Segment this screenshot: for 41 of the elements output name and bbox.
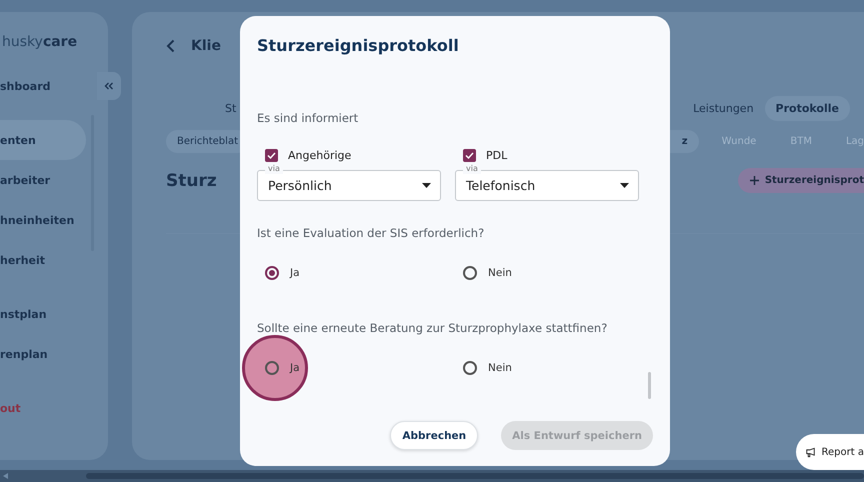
field-label: via bbox=[265, 164, 283, 174]
megaphone-icon bbox=[806, 446, 817, 458]
section-label: Es sind informiert bbox=[257, 111, 360, 125]
nav-item[interactable]: hneinheiten bbox=[0, 200, 86, 240]
dropdown-caret-icon bbox=[422, 183, 431, 188]
nav-item[interactable]: arbeiter bbox=[0, 160, 86, 200]
page-title: Klie bbox=[191, 38, 221, 54]
question-text: Sollte eine erneute Beratung zur Sturzprophylaxe stattfinen? bbox=[257, 321, 608, 335]
nav-item[interactable]: out bbox=[0, 388, 86, 428]
add-button[interactable]: Sturzereignisprot bbox=[738, 168, 864, 193]
nav-item[interactable]: shboard bbox=[0, 66, 86, 106]
collapse-button[interactable] bbox=[97, 72, 121, 100]
radio-option[interactable]: Nein bbox=[455, 265, 512, 281]
radio-option[interactable]: Nein bbox=[455, 360, 512, 376]
tab[interactable]: Leistungen bbox=[682, 96, 765, 120]
select-value: Persönlich bbox=[268, 178, 332, 193]
scrollbar bbox=[648, 372, 651, 399]
radio-option[interactable]: Ja bbox=[257, 360, 300, 376]
nav-item[interactable]: herheit bbox=[0, 240, 86, 280]
nav-item[interactable]: renplan bbox=[0, 334, 86, 374]
tab[interactable]: Protokolle bbox=[764, 96, 850, 120]
scroll-left-icon bbox=[3, 473, 8, 479]
nav-item[interactable]: nstplan bbox=[0, 294, 86, 334]
back-icon[interactable] bbox=[166, 39, 175, 53]
field-label: via bbox=[463, 164, 481, 174]
dropdown-caret-icon bbox=[620, 183, 629, 188]
plus-icon bbox=[750, 176, 759, 185]
nav-item[interactable]: enten bbox=[0, 120, 86, 160]
via-select[interactable]: via Telefonisch bbox=[455, 164, 639, 201]
chevrons-left-icon bbox=[104, 82, 114, 90]
radio-option[interactable]: Ja bbox=[257, 265, 300, 281]
checkbox-option[interactable]: Angehörige bbox=[257, 149, 441, 162]
dialog-button[interactable]: Abbrechen bbox=[390, 421, 478, 450]
logo: huskycare bbox=[1, 34, 78, 50]
dialog-title: Sturzereignisprotokoll bbox=[257, 36, 460, 55]
question-text: Ist eine Evaluation der SIS erforderlich? bbox=[257, 226, 486, 240]
select-value: Telefonisch bbox=[466, 178, 536, 193]
section-heading: Sturz bbox=[166, 170, 217, 190]
report-button[interactable]: Report a bbox=[796, 434, 864, 470]
via-select[interactable]: via Persönlich bbox=[257, 164, 441, 201]
checkbox-option[interactable]: PDL bbox=[455, 149, 639, 162]
